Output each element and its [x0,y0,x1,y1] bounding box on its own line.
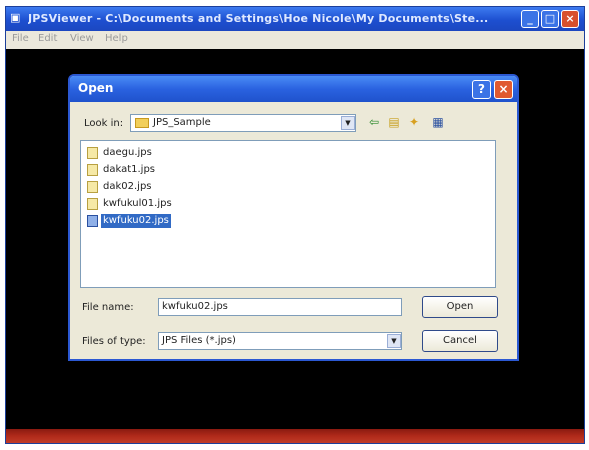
menu-bar: File Edit View Help [6,31,584,49]
cancel-button[interactable]: Cancel [422,330,498,352]
dialog-close-button[interactable]: × [494,80,513,99]
folder-icon [135,118,149,128]
menu-view[interactable]: View [70,33,94,44]
new-folder-icon[interactable]: ✦ [406,114,422,130]
chevron-down-icon[interactable]: ▼ [341,116,355,130]
open-button[interactable]: Open [422,296,498,318]
file-name: dak02.jps [103,181,152,192]
dialog-title-bar[interactable]: Open ? × [70,76,517,102]
dialog-title: Open [78,81,114,95]
view-menu-icon[interactable]: ▦ [430,114,446,130]
help-button[interactable]: ? [472,80,491,99]
menu-help[interactable]: Help [105,33,128,44]
jps-file-icon [87,198,98,210]
file-name-input[interactable]: kwfuku02.jps [158,298,402,316]
file-name: dakat1.jps [103,164,156,175]
file-name: daegu.jps [103,147,152,158]
menu-file[interactable]: File [12,33,29,44]
jps-file-icon [87,147,98,159]
jps-viewer-app-icon[interactable]: ▣ [10,11,24,25]
file-type-value: JPS Files (*.jps) [162,335,236,346]
file-list[interactable]: daegu.jps dakat1.jps dak02.jps kwfukul01… [80,140,496,288]
file-type-select[interactable]: JPS Files (*.jps) ▼ [158,332,402,350]
jps-file-icon [87,164,98,176]
chevron-down-icon[interactable]: ▼ [387,334,401,348]
look-in-value: JPS_Sample [153,117,211,128]
file-name: kwfukul01.jps [103,198,172,209]
up-folder-icon[interactable]: ▤ [386,114,402,130]
file-name: kwfuku02.jps [101,214,171,228]
jps-file-icon [87,181,98,193]
status-bar [6,429,584,443]
look-in-dropdown[interactable]: JPS_Sample ▼ [130,114,356,132]
app-title: JPSViewer - C:\Documents and Settings\Ho… [28,12,489,25]
close-button[interactable]: × [561,10,579,28]
open-dialog: Open ? × Look in: JPS_Sample ▼ ⇦ ▤ ✦ ▦ d… [68,74,519,361]
file-type-label: Files of type: [82,336,146,347]
jps-file-icon [87,215,98,227]
minimize-button[interactable]: _ [521,10,539,28]
look-in-label: Look in: [84,118,124,129]
back-arrow-icon[interactable]: ⇦ [366,114,382,130]
file-name-label: File name: [82,302,134,313]
maximize-button[interactable]: □ [541,10,559,28]
app-title-bar[interactable]: ▣ JPSViewer - C:\Documents and Settings\… [6,7,584,31]
menu-edit[interactable]: Edit [38,33,57,44]
